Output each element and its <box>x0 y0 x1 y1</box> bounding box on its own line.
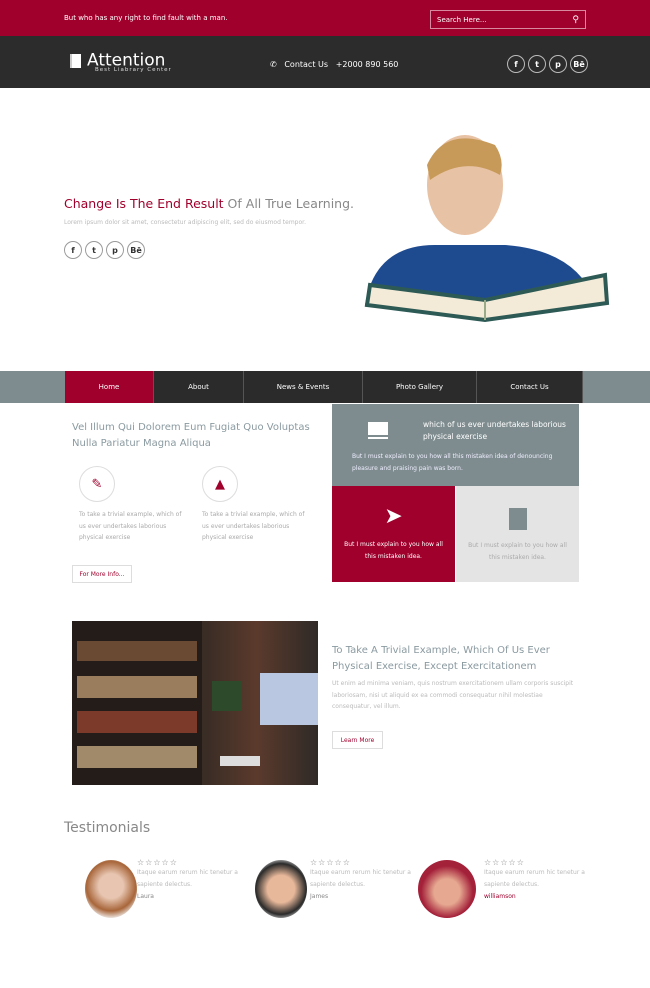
more-info-button[interactable]: For More Info... <box>72 565 132 583</box>
red-feature-box: ➤ But I must explain to you how all this… <box>332 486 455 582</box>
contact-label: Contact Us <box>284 60 329 69</box>
twitter-icon[interactable]: t <box>85 241 103 259</box>
phone-icon: ✆ <box>270 60 277 69</box>
testimonial-name: James <box>310 893 329 900</box>
feature-text: To take a trivial example, which of us e… <box>202 511 305 541</box>
testimonial-item: ☆☆☆☆☆ Itaque earum rerum hic tenetur a s… <box>484 858 594 900</box>
behance-icon[interactable]: Bē <box>570 55 588 73</box>
pinterest-icon[interactable]: p <box>106 241 124 259</box>
hero-title-rest: Of All True Learning. <box>223 196 354 211</box>
graduation-cap-icon: ▲ <box>202 466 238 502</box>
facebook-icon[interactable]: f <box>64 241 82 259</box>
search-box: ⚲ <box>430 10 586 29</box>
hero-social: f t p Bē <box>64 241 145 259</box>
contact-info: ✆ Contact Us +2000 890 560 <box>270 60 398 69</box>
about-text: Ut enim ad minima veniam, quis nostrum e… <box>332 680 574 710</box>
main-nav: Home About News & Events Photo Gallery C… <box>65 371 583 403</box>
logo[interactable]: Attention Best Liabrary Center <box>70 50 171 73</box>
feature-text: To take a trivial example, which of us e… <box>79 511 182 541</box>
testimonial-quote: Itaque earum rerum hic tenetur a sapient… <box>137 869 238 888</box>
search-input[interactable] <box>437 15 557 24</box>
light-box-text: But I must explain to you how all this m… <box>468 542 567 561</box>
header-social: f t p Bē <box>507 55 588 73</box>
logo-tagline: Best Liabrary Center <box>95 67 172 73</box>
facebook-icon[interactable]: f <box>507 55 525 73</box>
features-heading: Vel Illum Qui Dolorem Eum Fugiat Quo Vol… <box>72 422 310 449</box>
twitter-icon[interactable]: t <box>528 55 546 73</box>
light-feature-box: But I must explain to you how all this m… <box>456 486 579 582</box>
gray-box-text: But I must explain to you how all this m… <box>352 453 553 472</box>
testimonial-quote: Itaque earum rerum hic tenetur a sapient… <box>484 869 585 888</box>
testimonial-name: Laura <box>137 893 154 900</box>
avatar-james <box>255 860 307 918</box>
testimonial-item: ☆☆☆☆☆ Itaque earum rerum hic tenetur a s… <box>137 858 247 900</box>
behance-icon[interactable]: Bē <box>127 241 145 259</box>
hero-text: Lorem ipsum dolor sit amet, consectetur … <box>64 219 306 226</box>
hero-image-boy-reading <box>364 135 610 323</box>
avatar-williamson <box>418 860 476 918</box>
rating-stars: ☆☆☆☆☆ <box>137 858 178 867</box>
bookshelf-image <box>72 621 318 785</box>
avatar-laura <box>85 860 137 918</box>
gray-feature-box: which of us ever undertakes laborious ph… <box>332 404 579 486</box>
hero-title-strong: Change Is The End Result <box>64 196 224 211</box>
rating-stars: ☆☆☆☆☆ <box>484 858 525 867</box>
testimonials-heading: Testimonials <box>64 820 151 836</box>
book-icon <box>70 53 81 68</box>
pinterest-icon[interactable]: p <box>549 55 567 73</box>
rating-stars: ☆☆☆☆☆ <box>310 858 351 867</box>
gray-box-title: which of us ever undertakes laborious ph… <box>423 420 566 441</box>
nav-about[interactable]: About <box>154 371 244 403</box>
phone-number: +2000 890 560 <box>335 60 399 69</box>
book-icon <box>508 508 527 530</box>
pencil-icon: ✎ <box>79 466 115 502</box>
search-icon[interactable]: ⚲ <box>572 15 579 25</box>
testimonial-quote: Itaque earum rerum hic tenetur a sapient… <box>310 869 411 888</box>
top-message: But who has any right to find fault with… <box>64 14 228 22</box>
paper-plane-icon: ➤ <box>384 504 403 529</box>
hero-title: Change Is The End Result Of All True Lea… <box>64 196 354 211</box>
presentation-board-icon <box>368 422 390 444</box>
nav-news-events[interactable]: News & Events <box>244 371 363 403</box>
nav-home[interactable]: Home <box>65 371 154 403</box>
about-heading: To Take A Trivial Example, Which Of Us E… <box>332 645 550 672</box>
learn-more-button[interactable]: Learn More <box>332 731 383 749</box>
testimonial-name: williamson <box>484 893 516 900</box>
nav-contact-us[interactable]: Contact Us <box>477 371 583 403</box>
testimonial-item: ☆☆☆☆☆ Itaque earum rerum hic tenetur a s… <box>310 858 420 900</box>
nav-photo-gallery[interactable]: Photo Gallery <box>363 371 477 403</box>
red-box-text: But I must explain to you how all this m… <box>344 541 443 560</box>
